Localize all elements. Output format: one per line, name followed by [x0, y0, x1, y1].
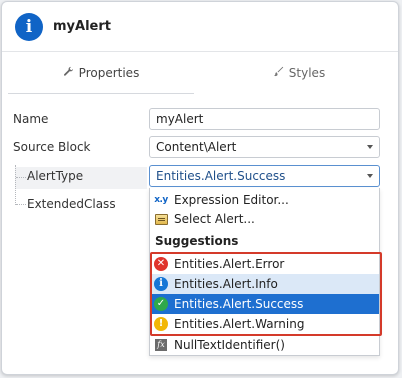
alerttype-select[interactable]: Entities.Alert.Success	[149, 165, 380, 187]
widget-title: myAlert	[53, 19, 111, 34]
alerttype-value: Entities.Alert.Success	[156, 169, 286, 183]
source-block-value: Content\Alert	[156, 140, 237, 154]
select-alert-item[interactable]: Select Alert...	[150, 209, 379, 229]
chevron-down-icon	[367, 145, 373, 149]
alerttype-dropdown: x.y Expression Editor... Select Alert...…	[149, 188, 382, 356]
brush-icon	[273, 66, 284, 80]
tab-properties-label: Properties	[78, 66, 140, 80]
source-block-select[interactable]: Content\Alert	[149, 136, 380, 158]
name-value: myAlert	[156, 112, 204, 126]
select-alert-label: Select Alert...	[174, 212, 255, 226]
suggestions-highlight-box	[150, 252, 382, 336]
select-icon	[154, 212, 168, 226]
suggestions-header: Suggestions	[155, 234, 239, 248]
tree-connector-h	[16, 177, 26, 178]
tree-connector-h	[16, 204, 26, 205]
expression-icon: x.y	[154, 195, 168, 205]
name-input[interactable]: myAlert	[149, 108, 380, 130]
tree-connector	[15, 165, 16, 205]
extendedclass-label: ExtendedClass	[27, 197, 116, 211]
expression-editor-label: Expression Editor...	[174, 193, 289, 207]
info-circle-icon: i	[15, 13, 43, 41]
null-text-identifier-label: NullTextIdentifier()	[174, 338, 285, 352]
expression-editor-item[interactable]: x.y Expression Editor...	[150, 190, 379, 210]
panel-header: i myAlert	[2, 2, 398, 52]
tab-styles[interactable]: Styles	[200, 53, 398, 93]
wrench-icon	[63, 66, 74, 80]
source-block-label: Source Block	[13, 140, 91, 154]
chevron-down-icon	[367, 174, 373, 178]
name-label: Name	[13, 112, 49, 126]
tab-bar: Properties Styles	[2, 53, 398, 94]
alerttype-label: AlertType	[27, 169, 84, 183]
tab-properties[interactable]: Properties	[2, 53, 200, 94]
null-text-identifier-item[interactable]: fx NullTextIdentifier()	[150, 335, 379, 355]
tab-styles-label: Styles	[288, 66, 326, 80]
properties-panel: i myAlert Properties Styles Name myAlert…	[1, 1, 399, 375]
function-icon: fx	[155, 339, 167, 351]
